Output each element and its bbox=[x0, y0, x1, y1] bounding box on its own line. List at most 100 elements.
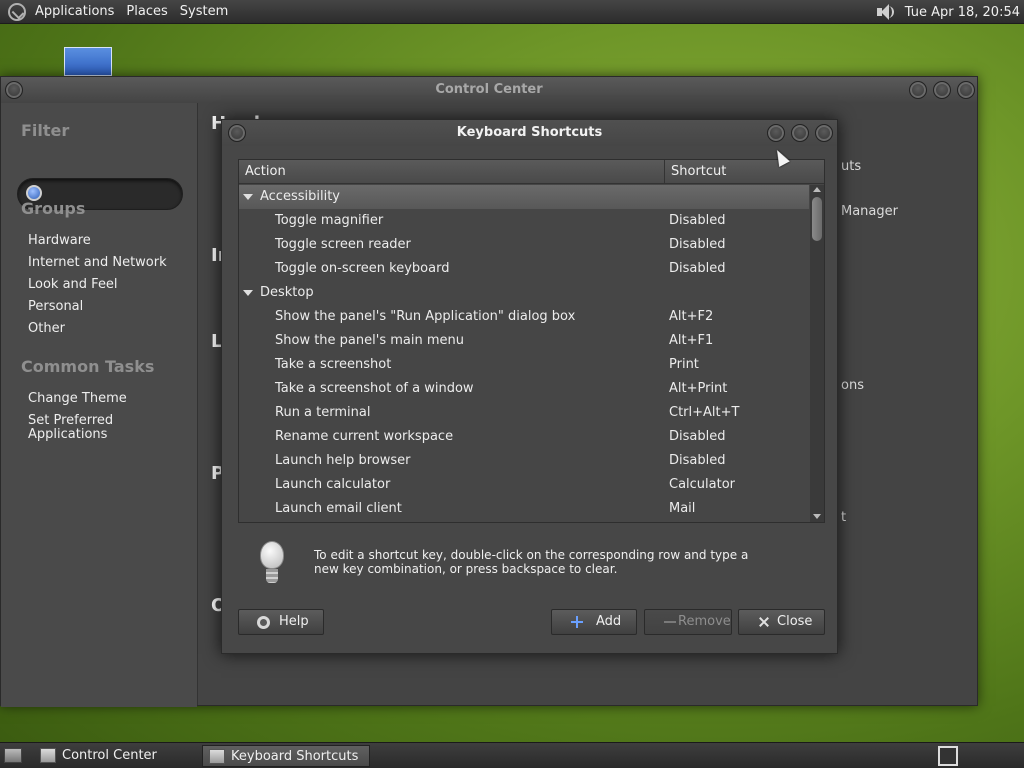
keyboard-shortcuts-titlebar[interactable]: Keyboard Shortcuts bbox=[222, 120, 837, 146]
taskbar-keyboard-shortcuts-label: Keyboard Shortcuts bbox=[231, 749, 359, 764]
lightbulb-icon bbox=[258, 541, 286, 587]
remove-icon bbox=[663, 615, 677, 629]
row-shortcut: Disabled bbox=[669, 237, 726, 252]
row-action: Toggle magnifier bbox=[275, 213, 384, 228]
control-center-app-icon bbox=[40, 748, 56, 763]
tree-header: Action Shortcut bbox=[239, 160, 824, 184]
menu-applications[interactable]: Applications bbox=[29, 4, 120, 19]
show-desktop-icon[interactable] bbox=[4, 748, 22, 763]
tree-category-row[interactable]: Accessibility bbox=[239, 185, 809, 209]
maximize-button[interactable] bbox=[933, 81, 951, 99]
scroll-down-icon[interactable] bbox=[813, 514, 821, 519]
keyboard-app-icon bbox=[209, 749, 225, 764]
tree-row[interactable]: Take a screenshot Print bbox=[239, 353, 809, 377]
tree-category-row[interactable]: Desktop bbox=[239, 281, 809, 305]
control-center-titlebar[interactable]: Control Center bbox=[1, 77, 977, 103]
row-action: Show the panel's main menu bbox=[275, 333, 464, 348]
tree-row[interactable]: Show the panel's main menu Alt+F1 bbox=[239, 329, 809, 353]
tree-row[interactable]: Toggle magnifier Disabled bbox=[239, 209, 809, 233]
group-internet-network[interactable]: Internet and Network bbox=[28, 256, 167, 270]
row-shortcut: Alt+F1 bbox=[669, 333, 714, 348]
tree-row[interactable]: Show the panel's "Run Application" dialo… bbox=[239, 305, 809, 329]
dialog-menu-button[interactable] bbox=[228, 124, 246, 142]
expander-arrow-icon[interactable] bbox=[243, 290, 253, 296]
keyboard-shortcuts-dialog: Keyboard Shortcuts Action Shortcut Acces… bbox=[221, 119, 838, 654]
tree-rows: Accessibility Toggle magnifier Disabled Tog… bbox=[239, 185, 809, 522]
row-action: Take a screenshot bbox=[275, 357, 392, 372]
close-button-label: Close bbox=[777, 614, 813, 629]
window-menu-button[interactable] bbox=[5, 81, 23, 99]
control-center-title: Control Center bbox=[435, 82, 543, 97]
control-center-sidebar: Filter Groups Hardware Internet and Netw… bbox=[1, 103, 197, 707]
clock[interactable]: Tue Apr 18, 20:54 bbox=[905, 5, 1020, 20]
dialog-maximize-button[interactable] bbox=[791, 124, 809, 142]
menu-system[interactable]: System bbox=[174, 4, 234, 19]
taskbar-control-center-label: Control Center bbox=[62, 748, 157, 763]
row-action: Launch email client bbox=[275, 501, 402, 516]
help-button[interactable]: Help bbox=[238, 609, 324, 635]
task-set-preferred-applications[interactable]: Set Preferred Applications bbox=[28, 414, 138, 442]
row-shortcut: Disabled bbox=[669, 261, 726, 276]
column-header-action[interactable]: Action bbox=[239, 160, 665, 184]
row-shortcut: Alt+Print bbox=[669, 381, 728, 396]
tree-scrollbar[interactable] bbox=[810, 185, 824, 522]
item-shortcuts-fragment[interactable]: uts bbox=[841, 159, 861, 174]
panel-tray: Tue Apr 18, 20:54 bbox=[875, 0, 1024, 24]
groups-heading: Groups bbox=[21, 199, 86, 218]
tree-row[interactable]: Take a screenshot of a window Alt+Print bbox=[239, 377, 809, 401]
taskbar-keyboard-shortcuts[interactable]: Keyboard Shortcuts bbox=[202, 745, 370, 767]
top-panel: Applications Places System Tue Apr 18, 2… bbox=[0, 0, 1024, 24]
desktop-computer-icon[interactable] bbox=[64, 47, 112, 76]
group-hardware[interactable]: Hardware bbox=[28, 234, 91, 248]
menu-places[interactable]: Places bbox=[120, 4, 173, 19]
tree-row[interactable]: Launch calculator Calculator bbox=[239, 473, 809, 497]
tree-row[interactable]: Toggle screen reader Disabled bbox=[239, 233, 809, 257]
help-icon bbox=[257, 616, 270, 629]
expander-arrow-icon[interactable] bbox=[243, 194, 253, 200]
shortcuts-tree: Action Shortcut Accessibility Toggle magn… bbox=[238, 159, 825, 523]
workspace-switcher-icon[interactable] bbox=[938, 746, 958, 766]
add-button-label: Add bbox=[596, 614, 622, 629]
row-action: Toggle on-screen keyboard bbox=[275, 261, 450, 276]
row-shortcut: Ctrl+Alt+T bbox=[669, 405, 740, 420]
item-t-fragment[interactable]: t bbox=[841, 510, 846, 525]
remove-button-label: Remove bbox=[678, 614, 731, 629]
row-action: Launch help browser bbox=[275, 453, 411, 468]
row-action: Show the panel's "Run Application" dialo… bbox=[275, 309, 576, 324]
task-change-theme[interactable]: Change Theme bbox=[28, 392, 127, 406]
tree-row[interactable]: Launch email client Mail bbox=[239, 497, 809, 521]
distro-logo-icon[interactable] bbox=[8, 2, 26, 21]
close-button[interactable]: Close bbox=[738, 609, 825, 635]
group-look-and-feel[interactable]: Look and Feel bbox=[28, 278, 118, 292]
item-manager-fragment[interactable]: Manager bbox=[841, 204, 898, 219]
hint-line-1: To edit a shortcut key, double-click on … bbox=[314, 548, 749, 562]
dialog-close-window-button[interactable] bbox=[815, 124, 833, 142]
dialog-minimize-button[interactable] bbox=[767, 124, 785, 142]
tree-row[interactable]: Launch help browser Disabled bbox=[239, 449, 809, 473]
group-other[interactable]: Other bbox=[28, 322, 65, 336]
group-personal[interactable]: Personal bbox=[28, 300, 83, 314]
row-shortcut: Calculator bbox=[669, 477, 736, 492]
column-header-shortcut[interactable]: Shortcut bbox=[665, 160, 823, 184]
tree-row[interactable]: Rename current workspace Disabled bbox=[239, 425, 809, 449]
row-shortcut: Disabled bbox=[669, 453, 726, 468]
minimize-button[interactable] bbox=[909, 81, 927, 99]
hint-line-2: new key combination, or press backspace … bbox=[314, 562, 618, 576]
item-ons-fragment[interactable]: ons bbox=[841, 378, 864, 393]
row-action: Toggle screen reader bbox=[275, 237, 411, 252]
scroll-up-icon[interactable] bbox=[813, 187, 821, 192]
hint-text: To edit a shortcut key, double-click on … bbox=[314, 548, 754, 576]
common-tasks-heading: Common Tasks bbox=[21, 357, 155, 376]
remove-button[interactable]: Remove bbox=[644, 609, 732, 635]
close-window-button[interactable] bbox=[957, 81, 975, 99]
add-button[interactable]: Add bbox=[551, 609, 637, 635]
dialog-title: Keyboard Shortcuts bbox=[456, 125, 603, 140]
row-shortcut: Print bbox=[669, 357, 699, 372]
tree-row[interactable]: Toggle on-screen keyboard Disabled bbox=[239, 257, 809, 281]
volume-icon[interactable] bbox=[875, 3, 895, 21]
taskbar-control-center[interactable]: Control Center bbox=[34, 745, 198, 767]
row-shortcut: Alt+F2 bbox=[669, 309, 714, 324]
tree-row[interactable]: Run a terminal Ctrl+Alt+T bbox=[239, 401, 809, 425]
scroll-thumb[interactable] bbox=[812, 197, 822, 241]
row-shortcut: Disabled bbox=[669, 429, 726, 444]
